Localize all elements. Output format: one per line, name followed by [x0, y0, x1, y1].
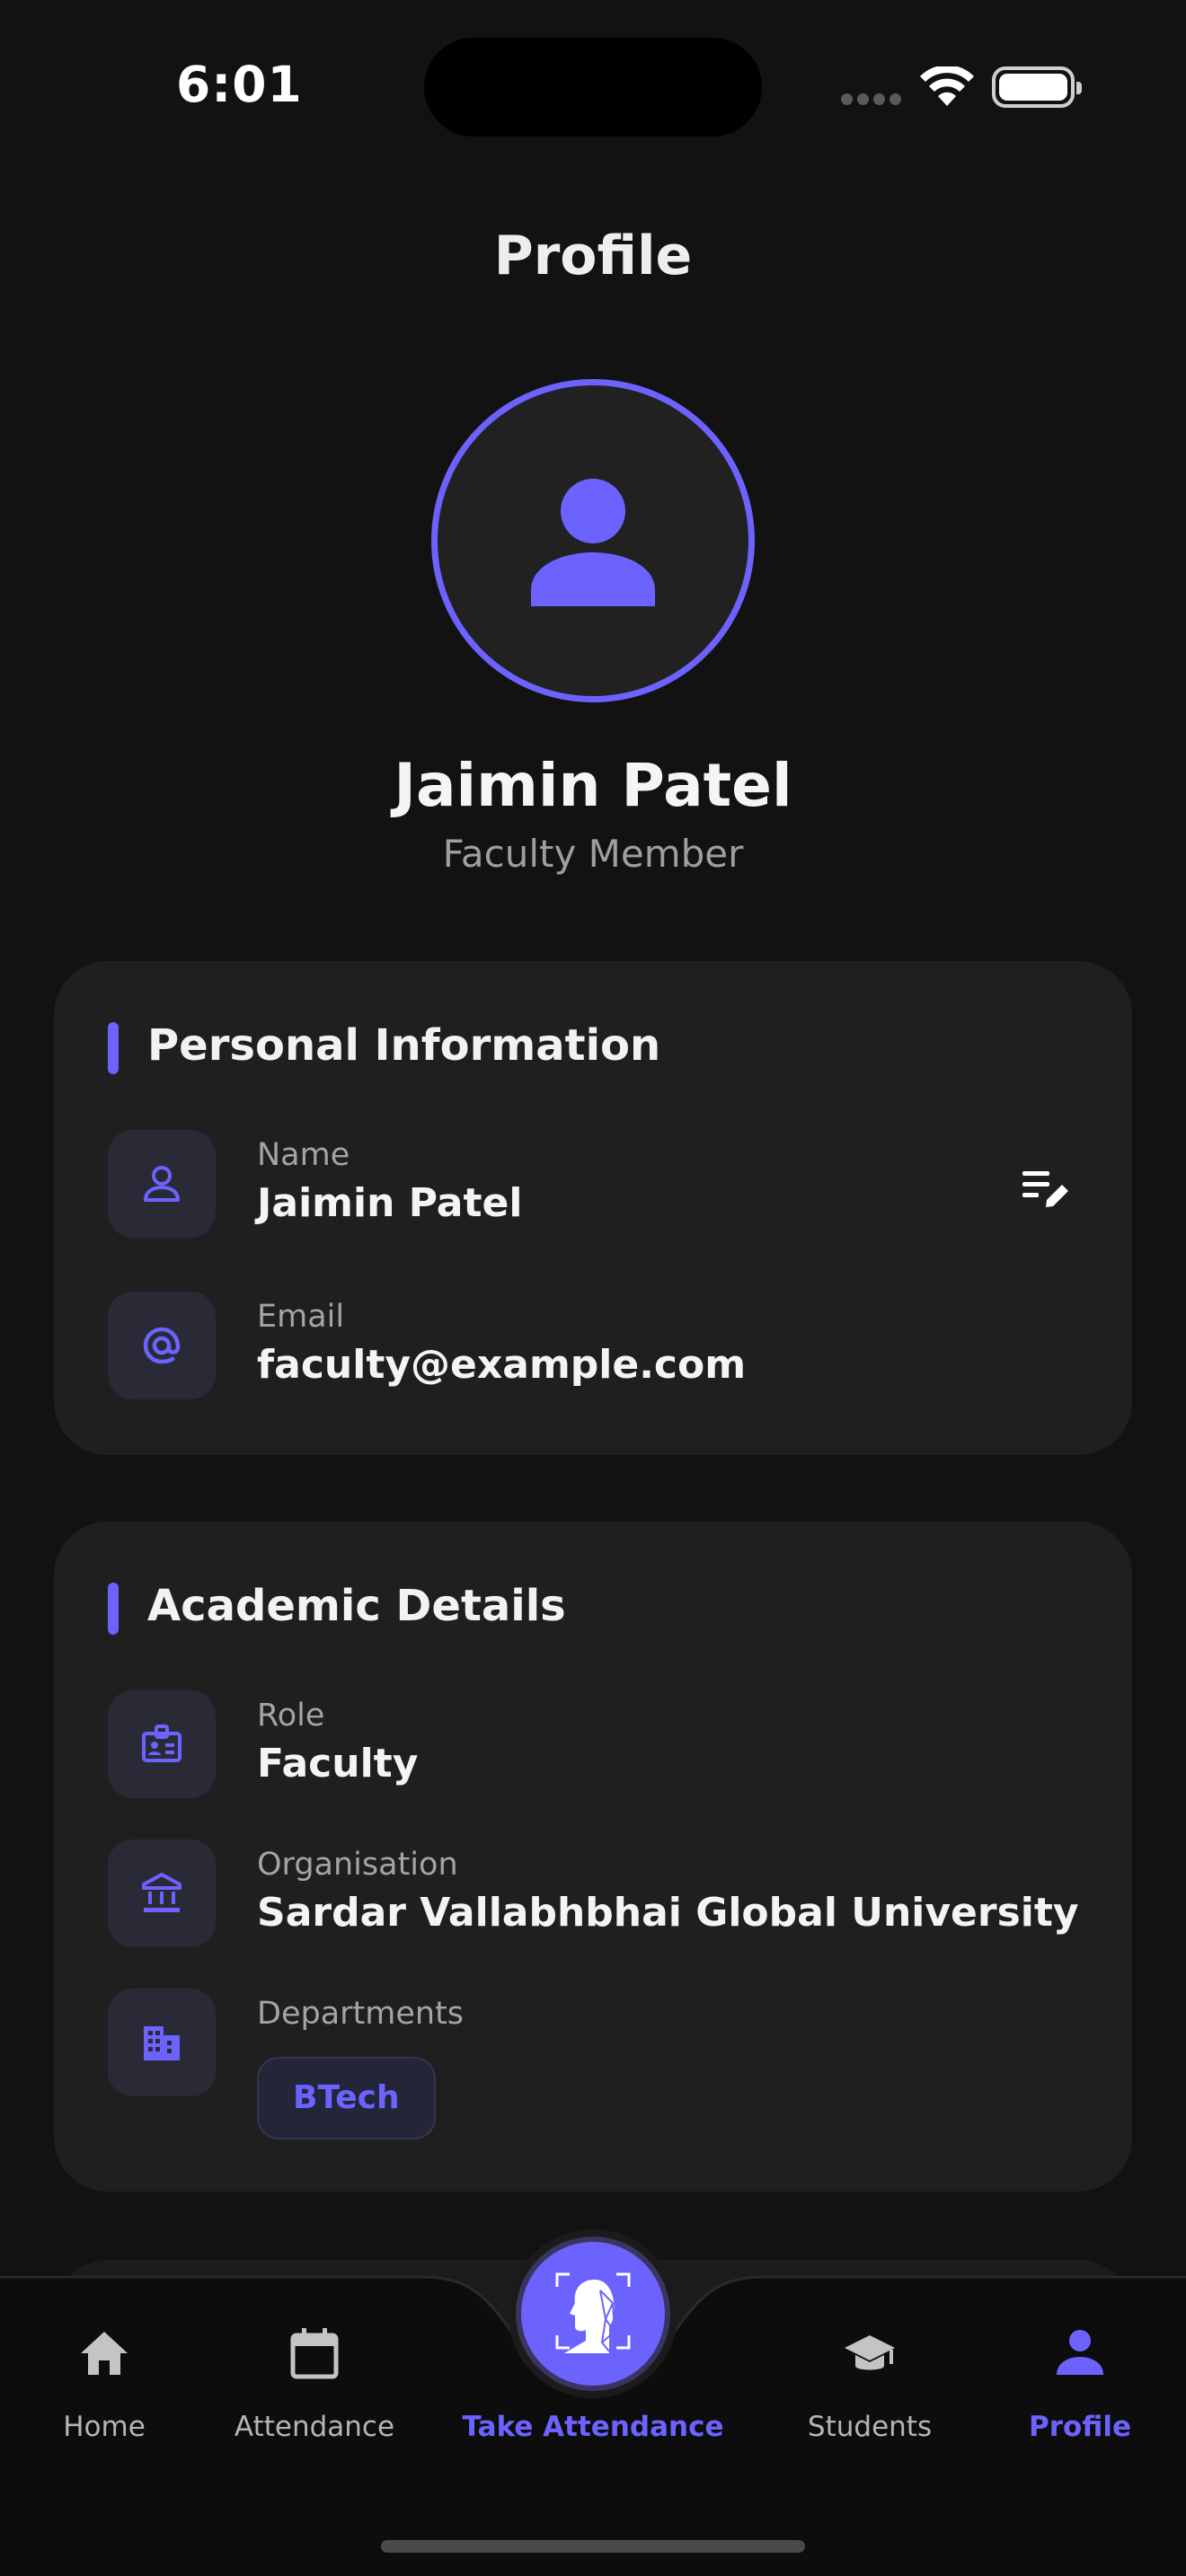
battery-icon [992, 66, 1082, 108]
departments-label: Departments [257, 1996, 465, 2032]
take-attendance-label[interactable]: Take Attendance [431, 2411, 755, 2443]
status-time: 6:01 [176, 56, 303, 113]
section-title: Academic Details [147, 1581, 566, 1631]
role-value: Faculty [257, 1741, 419, 1786]
name-row: Name Jaimin Patel [108, 1130, 1078, 1238]
nav-profile-label: Profile [1029, 2411, 1131, 2443]
profile-role: Faculty Member [442, 832, 744, 876]
avatar[interactable] [431, 379, 755, 702]
graduation-cap-icon [845, 2335, 895, 2370]
organisation-row: Organisation Sardar Vallabhbhai Global U… [108, 1839, 1079, 1947]
wifi-icon [920, 66, 974, 106]
organisation-icon-box [108, 1839, 216, 1947]
cellular-signal-icon [841, 93, 902, 106]
departments-icon-box [108, 1989, 216, 2096]
person-icon [531, 479, 655, 606]
home-indicator [381, 2540, 805, 2553]
face-scan-icon [555, 2272, 631, 2353]
person-icon [1057, 2330, 1103, 2375]
name-label: Name [257, 1137, 350, 1173]
nav-attendance-label: Attendance [234, 2411, 395, 2443]
dynamic-island [424, 38, 762, 137]
email-label: Email [257, 1299, 345, 1335]
building-icon [144, 2026, 180, 2060]
name-value: Jaimin Patel [257, 1180, 523, 1226]
calendar-icon [290, 2328, 339, 2379]
academic-details-card: Academic Details Role Faculty Organisati… [54, 1522, 1132, 2192]
section-title: Personal Information [147, 1020, 661, 1071]
role-row: Role Faculty [108, 1690, 1078, 1798]
departments-row: Departments BTech [108, 1989, 1078, 2150]
id-badge-icon [142, 1725, 181, 1762]
page-title: Profile [493, 225, 693, 287]
profile-name: Jaimin Patel [394, 751, 792, 820]
status-bar: 6:01 [0, 0, 1186, 171]
home-icon [81, 2332, 128, 2375]
organisation-label: Organisation [257, 1847, 458, 1883]
organisation-value: Sardar Vallabhbhai Global University [257, 1890, 1079, 1936]
person-outline-icon [144, 1166, 180, 1202]
section-accent-bar [108, 1022, 119, 1074]
personal-information-card: Personal Information Name Jaimin Patel E… [54, 961, 1132, 1455]
department-chip[interactable]: BTech [257, 2057, 436, 2139]
institution-icon [142, 1873, 181, 1912]
email-icon-box [108, 1292, 216, 1399]
role-label: Role [257, 1698, 325, 1734]
email-row: Email faculty@example.com [108, 1292, 1078, 1399]
role-icon-box [108, 1690, 216, 1798]
name-icon-box [108, 1130, 216, 1238]
edit-name-icon[interactable] [1019, 1162, 1073, 1216]
section-accent-bar [108, 1583, 119, 1635]
email-value: faculty@example.com [257, 1342, 747, 1388]
at-sign-icon [143, 1327, 181, 1364]
take-attendance-button[interactable] [516, 2236, 670, 2391]
